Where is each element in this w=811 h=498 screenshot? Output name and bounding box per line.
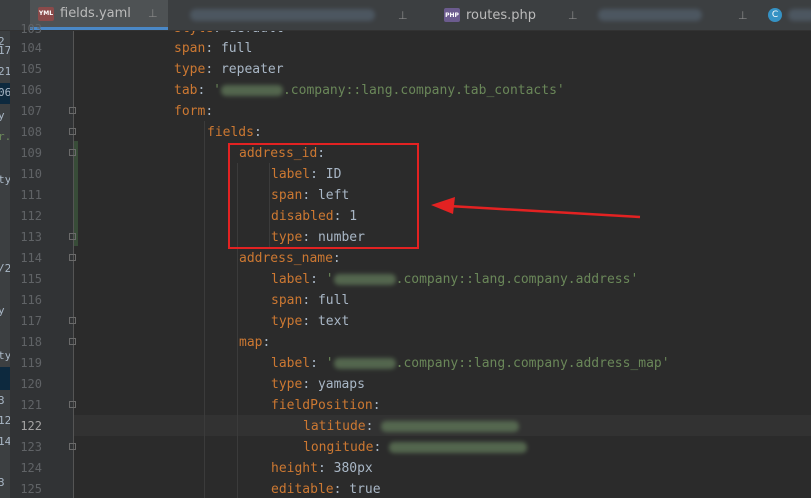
line-number: 104 (20, 41, 42, 55)
code-line-115: label: ' .company::lang.company.address' (271, 272, 639, 287)
blurred-tab[interactable] (190, 9, 375, 21)
code-line-103: style: default (174, 31, 284, 36)
line-number: 115 (20, 272, 42, 286)
code-line-118: map: (239, 335, 271, 350)
panel-fragment: r. (0, 130, 10, 143)
line-number: 112 (20, 209, 42, 223)
panel-fragment: 3 (0, 394, 5, 407)
tab-routes-php[interactable]: PHP routes.php ⊥ (420, 0, 578, 30)
pin-icon[interactable]: ⊥ (738, 0, 750, 30)
code-line-123: longitude: (303, 440, 528, 455)
panel-fragment: /2 (0, 262, 10, 275)
code-line-116: span: full (271, 293, 350, 308)
line-number: 119 (20, 356, 42, 370)
line-number-gutter[interactable]: 103 104 105 106 107 108 109 110 111 112 … (10, 22, 78, 498)
line-number: 125 (20, 482, 42, 496)
line-number: 107 (20, 104, 42, 118)
redacted-text (389, 442, 528, 453)
panel-fragment: y (0, 109, 5, 122)
annotation-arrow (431, 197, 641, 219)
redacted-text (333, 274, 396, 285)
code-line-122: latitude: (303, 419, 520, 434)
code-line-124: height: 380px (271, 461, 373, 476)
tab-label: fields.yaml (60, 6, 131, 21)
line-number: 116 (20, 293, 42, 307)
line-number-current: 122 (20, 419, 42, 433)
code-line-105: type: repeater (174, 62, 284, 77)
line-number: 118 (20, 335, 42, 349)
code-line-121: fieldPosition: (271, 398, 381, 413)
panel-fragment: y (0, 304, 5, 317)
panel-fragment: ty (0, 349, 10, 362)
line-number: 109 (20, 146, 42, 160)
panel-fragment: 21 (0, 65, 10, 78)
code-line-107: form: (174, 104, 214, 119)
line-number: 108 (20, 125, 42, 139)
line-number: 123 (20, 440, 42, 454)
highlight-box (228, 143, 419, 249)
panel-fragment: 14 (0, 435, 10, 448)
tab-fields-yaml[interactable]: YML fields.yaml ⊥ (30, 0, 168, 30)
class-file-icon[interactable]: C (768, 8, 782, 22)
panel-fragment: 2 (0, 35, 5, 48)
code-editor[interactable]: style: default span: full type: repeater… (74, 31, 811, 498)
line-number: 113 (20, 230, 42, 244)
panel-fragment: ty (0, 173, 10, 186)
line-number: 117 (20, 314, 42, 328)
editor-tab-bar: YML fields.yaml ⊥ ⊥ PHP routes.php ⊥ ⊥ C (0, 0, 811, 31)
pin-icon[interactable]: ⊥ (568, 9, 578, 22)
line-number: 120 (20, 377, 42, 391)
code-line-117: type: text (271, 314, 350, 329)
yaml-file-icon: YML (38, 6, 54, 21)
panel-fragment: 3 (0, 476, 5, 489)
pin-icon[interactable]: ⊥ (148, 7, 158, 20)
line-number: 121 (20, 398, 42, 412)
redacted-text (333, 358, 396, 369)
line-number: 105 (20, 62, 42, 76)
code-line-108: fields: (207, 125, 262, 140)
tab-label: routes.php (466, 7, 536, 23)
line-number: 110 (20, 167, 42, 181)
code-line-114: address_name: (239, 251, 341, 266)
code-line-120: type: yamaps (271, 377, 365, 392)
blurred-tab[interactable] (788, 9, 811, 21)
panel-fragment: 06 (0, 86, 10, 99)
project-panel-edge: 17 2 21 06 y r. ty /2 y ty 3 12 14 3 (0, 31, 10, 498)
code-line-125: editable: true (271, 482, 381, 497)
line-number: 124 (20, 461, 42, 475)
code-line-119: label: ' .company::lang.company.address_m… (271, 356, 670, 371)
php-file-icon: PHP (444, 8, 460, 22)
line-number: 106 (20, 83, 42, 97)
line-number: 114 (20, 251, 42, 265)
panel-fragment: 12 (0, 414, 10, 427)
line-number: 103 (20, 22, 42, 36)
redacted-text (220, 85, 283, 96)
blurred-tab[interactable] (598, 9, 702, 21)
redacted-text (381, 421, 520, 432)
panel-selection (0, 367, 10, 390)
code-line-104: span: full (174, 41, 253, 56)
line-number: 111 (20, 188, 42, 202)
code-line-106: tab: ' .company::lang.company.tab_contact… (174, 83, 565, 98)
indent-guide (204, 121, 205, 498)
pin-icon[interactable]: ⊥ (398, 0, 410, 30)
